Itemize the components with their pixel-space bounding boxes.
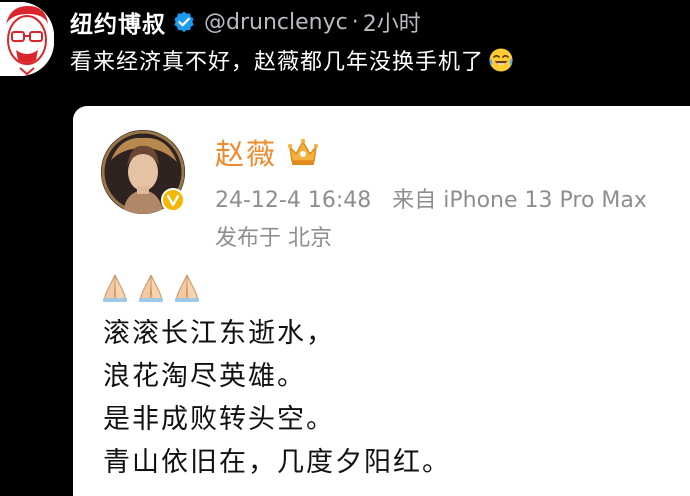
crown-icon xyxy=(287,138,319,165)
reaction-emojis xyxy=(99,272,203,304)
folded-hands-icon xyxy=(175,274,199,302)
tweet-body: 看来经济真不好，赵薇都几年没换手机了 xyxy=(70,50,485,75)
post-location: 发布于 北京 xyxy=(215,226,332,251)
post-line: 是非成败转头空。 xyxy=(103,404,335,435)
weibo-name-row: 赵薇 xyxy=(215,132,319,172)
embedded-post-image[interactable]: 赵薇 24-12-4 16:48 来自 iPhone 13 Pro Max 发布… xyxy=(73,106,690,496)
tweet-header: 纽约博叔 @drunclenyc · 2小时 xyxy=(70,5,421,39)
cartoon-face-icon xyxy=(0,2,54,76)
author-handle[interactable]: @drunclenyc xyxy=(204,10,348,35)
post-line: 滚滚长江东逝水， xyxy=(103,318,335,349)
post-line: 浪花淘尽英雄。 xyxy=(103,361,306,392)
author-avatar[interactable] xyxy=(0,2,54,76)
post-timestamp: 24-12-4 16:48 xyxy=(215,188,372,213)
tweet-time[interactable]: 2小时 xyxy=(363,6,421,38)
tweet-text: 看来经济真不好，赵薇都几年没换手机了 xyxy=(70,44,514,76)
folded-hands-icon xyxy=(103,274,127,302)
meta-separator: · xyxy=(351,9,359,35)
tweet-view: 纽约博叔 @drunclenyc · 2小时 看来经济真不好，赵薇都几年没换手机… xyxy=(0,0,690,496)
weibo-author-name[interactable]: 赵薇 xyxy=(215,131,277,173)
post-body: 滚滚长江东逝水， 浪花淘尽英雄。 是非成败转头空。 青山依旧在，几度夕阳红。 xyxy=(103,312,451,484)
author-name[interactable]: 纽约博叔 xyxy=(70,5,166,39)
post-meta: 24-12-4 16:48 来自 iPhone 13 Pro Max xyxy=(215,182,647,214)
verified-badge-icon xyxy=(174,11,194,33)
folded-hands-icon xyxy=(139,274,163,302)
verified-v-badge-icon xyxy=(161,188,185,212)
post-line: 青山依旧在，几度夕阳红。 xyxy=(103,447,451,478)
face-with-tears-of-joy-icon xyxy=(489,48,513,72)
post-device-source: 来自 iPhone 13 Pro Max xyxy=(392,188,647,213)
